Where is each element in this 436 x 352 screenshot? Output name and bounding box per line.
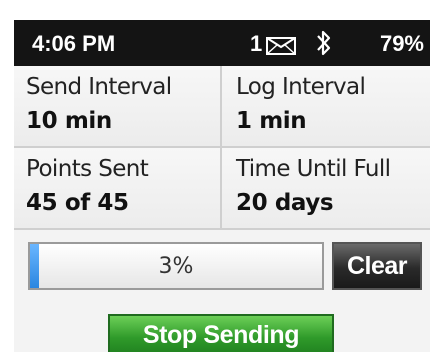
time-until-full-value: 20 days bbox=[236, 190, 334, 216]
send-interval-cell[interactable]: Send Interval 10 min bbox=[14, 66, 222, 148]
log-interval-cell[interactable]: Log Interval 1 min bbox=[222, 66, 430, 148]
send-interval-value: 10 min bbox=[26, 108, 112, 134]
bluetooth-icon bbox=[316, 28, 332, 64]
stop-sending-button[interactable]: Stop Sending bbox=[108, 314, 334, 352]
log-interval-value: 1 min bbox=[236, 108, 307, 134]
points-sent-cell: Points Sent 45 of 45 bbox=[14, 148, 222, 230]
points-sent-label: Points Sent bbox=[26, 156, 149, 182]
send-interval-label: Send Interval bbox=[26, 74, 172, 100]
bottom-area: Stop Sending bbox=[14, 304, 430, 352]
status-time: 4:06 PM bbox=[32, 31, 116, 56]
log-interval-label: Log Interval bbox=[236, 74, 366, 100]
progress-percent: 3% bbox=[158, 254, 194, 279]
time-until-full-label: Time Until Full bbox=[236, 156, 391, 182]
clear-button[interactable]: Clear bbox=[332, 242, 422, 290]
envelope-icon bbox=[266, 35, 296, 61]
battery-level: 79% bbox=[379, 31, 424, 56]
info-grid: Send Interval 10 min Log Interval 1 min … bbox=[14, 66, 430, 230]
time-until-full-cell: Time Until Full 20 days bbox=[222, 148, 430, 230]
message-count: 1 bbox=[250, 31, 263, 56]
device-screen: 4:06 PM 1 79% Send Interval 10 min Log I… bbox=[0, 0, 436, 352]
log-progress-bar: 3% bbox=[28, 242, 324, 290]
points-sent-value: 45 of 45 bbox=[26, 190, 129, 216]
progress-row: 3% Clear bbox=[14, 230, 430, 304]
status-bar: 4:06 PM 1 79% bbox=[14, 20, 430, 66]
